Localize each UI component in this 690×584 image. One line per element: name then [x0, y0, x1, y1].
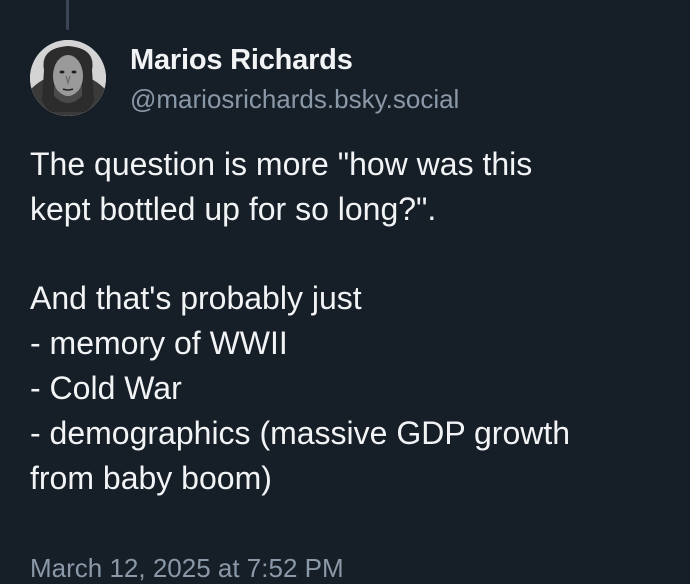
post-text-line: - memory of WWII [30, 325, 288, 362]
post-text: The question is more "how was this kept … [30, 142, 680, 500]
post-timestamp[interactable]: March 12, 2025 at 7:52 PM [30, 553, 344, 584]
post-text-line: from baby boom) [30, 459, 272, 496]
post-text-blank-line [30, 232, 680, 277]
user-avatar-photo-icon [30, 40, 106, 116]
thread-connector-line [66, 0, 69, 30]
post-text-line: - Cold War [30, 369, 182, 406]
post-text-line: kept bottled up for so long?". [30, 190, 437, 227]
author-display-name[interactable]: Marios Richards [130, 44, 353, 77]
avatar[interactable] [30, 40, 106, 116]
post-text-line: - demographics (massive GDP growth [30, 414, 571, 451]
post-text-line: The question is more "how was this [30, 146, 533, 182]
author-handle[interactable]: @mariosrichards.bsky.social [130, 84, 459, 115]
post-text-line: And that's probably just [30, 280, 362, 317]
